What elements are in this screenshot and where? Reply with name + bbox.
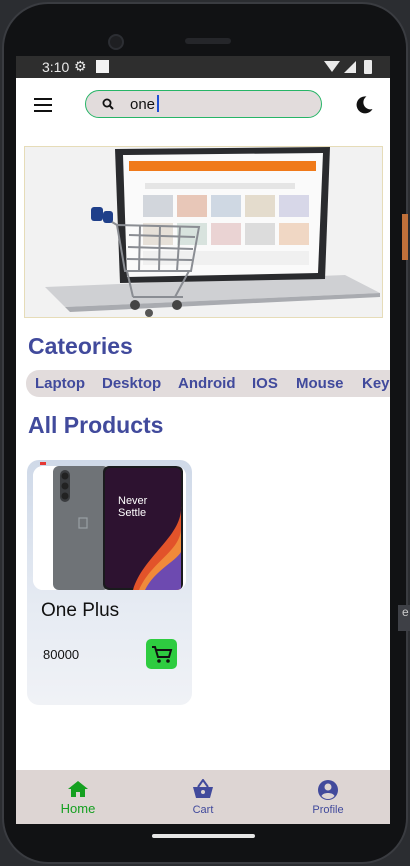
text-caret <box>157 95 159 112</box>
cart-icon <box>152 646 173 663</box>
all-products-title: All Products <box>28 412 164 438</box>
nav-home[interactable]: Home <box>28 770 128 824</box>
search-icon <box>102 98 114 110</box>
dark-mode-icon[interactable] <box>354 95 374 115</box>
product-name: One Plus <box>41 600 120 621</box>
app-bar <box>16 78 390 134</box>
window-edge-accent <box>402 214 408 260</box>
badge-marker <box>40 462 46 465</box>
account-circle-icon <box>318 780 338 800</box>
settings-icon: ⚙ <box>74 58 87 74</box>
status-bar: 3:10 ⚙ <box>16 56 390 78</box>
categories-title: Cateories <box>28 333 133 359</box>
home-icon <box>68 781 88 797</box>
wifi-icon <box>324 61 340 72</box>
image-text-never: Never <box>118 495 148 507</box>
gesture-home-bar[interactable] <box>152 834 255 838</box>
earpiece-speaker <box>185 38 231 44</box>
battery-icon <box>364 60 372 74</box>
signal-icon <box>344 61 356 73</box>
category-list: Laptop Desktop Android IOS Mouse Keyb <box>26 370 390 397</box>
bottom-navigation: Home Cart Profile <box>16 770 390 824</box>
nav-profile-label: Profile <box>312 804 344 816</box>
nav-cart[interactable]: Cart <box>153 770 253 824</box>
product-price: 80000 <box>43 647 80 662</box>
banner-image <box>25 147 382 317</box>
nav-profile[interactable]: Profile <box>278 770 378 824</box>
product-image: Never Settle <box>33 466 186 590</box>
menu-icon[interactable] <box>34 98 52 112</box>
promo-banner[interactable] <box>24 146 383 318</box>
basket-icon <box>193 779 213 798</box>
category-chip[interactable]: IOS <box>252 375 278 392</box>
nav-home-label: Home <box>60 801 96 816</box>
search-box[interactable] <box>85 90 322 118</box>
status-time: 3:10 <box>42 59 70 75</box>
notification-icon <box>96 60 109 73</box>
category-chip[interactable]: Mouse <box>296 375 344 392</box>
front-camera <box>108 34 124 50</box>
category-chip[interactable]: Desktop <box>102 375 161 392</box>
nav-cart-label: Cart <box>192 804 214 816</box>
category-chip[interactable]: Android <box>178 375 236 392</box>
category-chip[interactable]: Keyb <box>362 375 390 392</box>
window-edge-tab: e <box>398 605 410 631</box>
app-screen: 3:10 ⚙ one Cateories Laptop Desktop Andr… <box>16 56 390 824</box>
product-card[interactable]: Never Settle One Plus 80000 <box>27 460 192 705</box>
image-text-settle: Settle <box>118 507 146 519</box>
category-chip[interactable]: Laptop <box>35 375 85 392</box>
add-to-cart-button[interactable] <box>146 639 177 669</box>
